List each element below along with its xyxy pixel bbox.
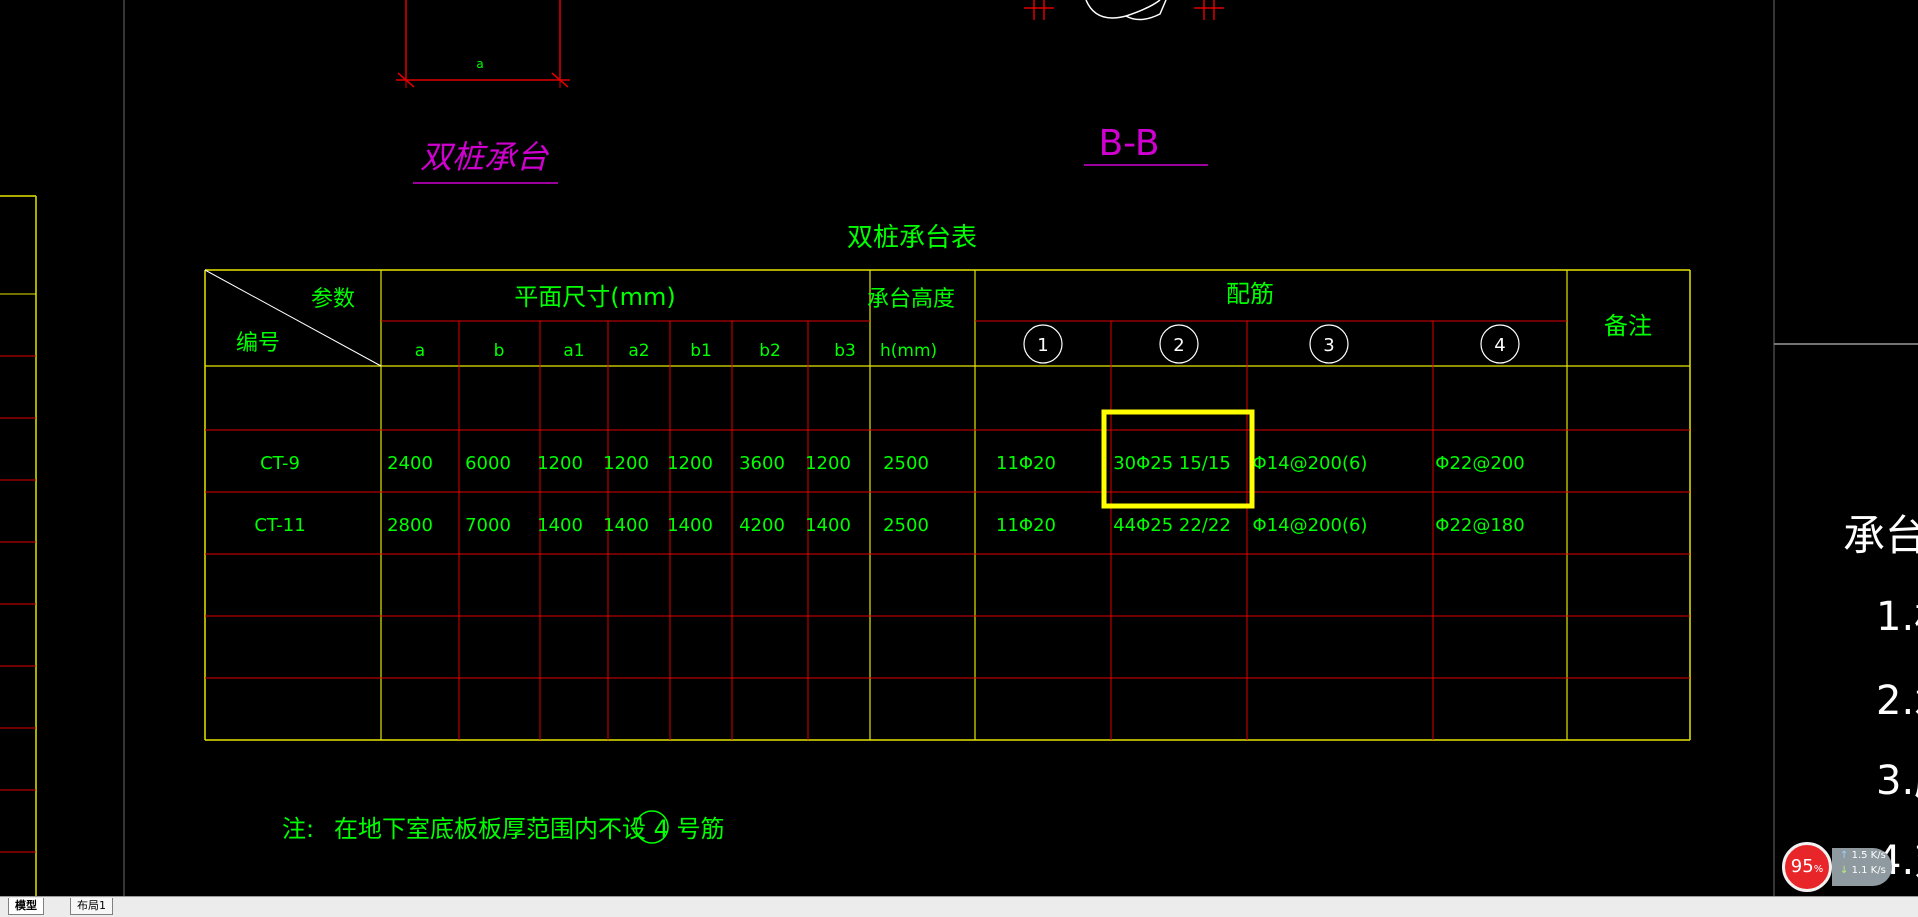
cell-1-12: Φ22@200 [1435, 453, 1524, 474]
layout-tab-bar: 模型 布局1 [0, 896, 1918, 917]
subheader-b1: b1 [690, 341, 712, 361]
subheader-rebar-3: 3 [1323, 335, 1334, 356]
download-speed: 1.1 K/s [1851, 865, 1886, 876]
memory-percent-unit: % [1813, 864, 1824, 875]
cell-2-6: 4200 [739, 515, 785, 536]
subheader-b3: b3 [834, 341, 856, 361]
memory-percent-circle[interactable]: 95% [1782, 842, 1832, 892]
tab-layout1[interactable]: 布局1 [70, 898, 113, 915]
upload-speed: 1.5 K/s [1851, 850, 1886, 861]
cell-1-7: 1200 [805, 453, 851, 474]
cell-2-7: 1400 [805, 515, 851, 536]
header-cap-height: 承台高度 [867, 287, 955, 312]
table-title: 双桩承台表 [847, 223, 977, 253]
subheader-a: a [415, 341, 425, 361]
row-id-2-0: CT-11 [254, 515, 305, 536]
subheader-b: b [494, 341, 505, 361]
right-panel-item-3: 3.所有 [1876, 758, 1918, 804]
header-remarks: 备注 [1604, 312, 1652, 340]
cell-1-3: 1200 [537, 453, 583, 474]
speed-panel: ↑ 1.5 K/s ↓ 1.1 K/s [1832, 848, 1892, 886]
cad-model-canvas[interactable]: a 双桩承台 B-B 双桩承台表 参数编号 平面尺寸(mm) 承台高度 配筋备注 a b a… [0, 0, 1918, 916]
cell-1-2: 6000 [465, 453, 511, 474]
cell-1-5: 1200 [667, 453, 713, 474]
section-title-bb: B-B [1098, 123, 1159, 164]
subheader-rebar-1: 1 [1037, 335, 1048, 356]
download-arrow-icon: ↓ [1840, 865, 1849, 876]
left-border-strip [0, 195, 37, 896]
subheader-a1: a1 [563, 341, 584, 361]
cell-2-12: Φ22@180 [1435, 515, 1524, 536]
subheader-a2: a2 [628, 341, 649, 361]
cell-2-3: 1400 [537, 515, 583, 536]
cell-1-4: 1200 [603, 453, 649, 474]
corner-label-id: 编号 [236, 331, 280, 356]
cell-1-10: 30Φ25 15/15 [1113, 453, 1231, 474]
corner-label-params: 参数 [311, 287, 355, 312]
dimension-label-a: a [476, 57, 483, 71]
cell-1-11: Φ14@200(6) [1253, 453, 1368, 474]
network-speed-badge[interactable]: 95% ↑ 1.5 K/s ↓ 1.1 K/s [1782, 840, 1894, 892]
subheader-h(mm): h(mm) [880, 341, 937, 361]
header-plan-dimensions: 平面尺寸(mm) [514, 283, 675, 311]
cell-2-4: 1400 [603, 515, 649, 536]
cell-2-1: 2800 [387, 515, 433, 536]
cell-2-9: 11Φ20 [996, 515, 1056, 536]
cell-1-9: 11Φ20 [996, 453, 1056, 474]
cell-1-8: 2500 [883, 453, 929, 474]
subheader-rebar-2: 2 [1173, 335, 1184, 356]
subheader-rebar-4: 4 [1494, 335, 1505, 356]
section-title-two-pile-cap: 双桩承台 [420, 138, 550, 176]
tab-model[interactable]: 模型 [8, 898, 44, 915]
pile-cap-table: 参数编号 平面尺寸(mm) 承台高度 配筋备注 a b a1 a2 b1 b2 b3 h(mm) 1 2 3… [204, 269, 1691, 741]
table-corner-diagonal [204, 269, 382, 367]
note-prefix: 注: [282, 815, 314, 843]
cell-1-1: 2400 [387, 453, 433, 474]
cell-2-2: 7000 [465, 515, 511, 536]
right-panel-item-1: 1.材料 [1876, 594, 1918, 640]
row-id-1-0: CT-9 [260, 453, 300, 474]
memory-percent-value: 95 [1790, 856, 1814, 877]
right-panel-title: 承台说 [1843, 511, 1918, 560]
cell-1-6: 3600 [739, 453, 785, 474]
pile-cap-plan-fragment [396, 0, 570, 88]
header-reinforcement: 配筋 [1226, 280, 1274, 308]
cell-2-11: Φ14@200(6) [1253, 515, 1368, 536]
right-panel-item-2: 2.承台 [1876, 678, 1918, 724]
subheader-b2: b2 [759, 341, 781, 361]
cell-2-5: 1400 [667, 515, 713, 536]
cell-2-10: 44Φ25 22/22 [1113, 515, 1231, 536]
cell-2-8: 2500 [883, 515, 929, 536]
section-bb-fragment [1024, 0, 1224, 21]
upload-arrow-icon: ↑ [1840, 850, 1849, 861]
